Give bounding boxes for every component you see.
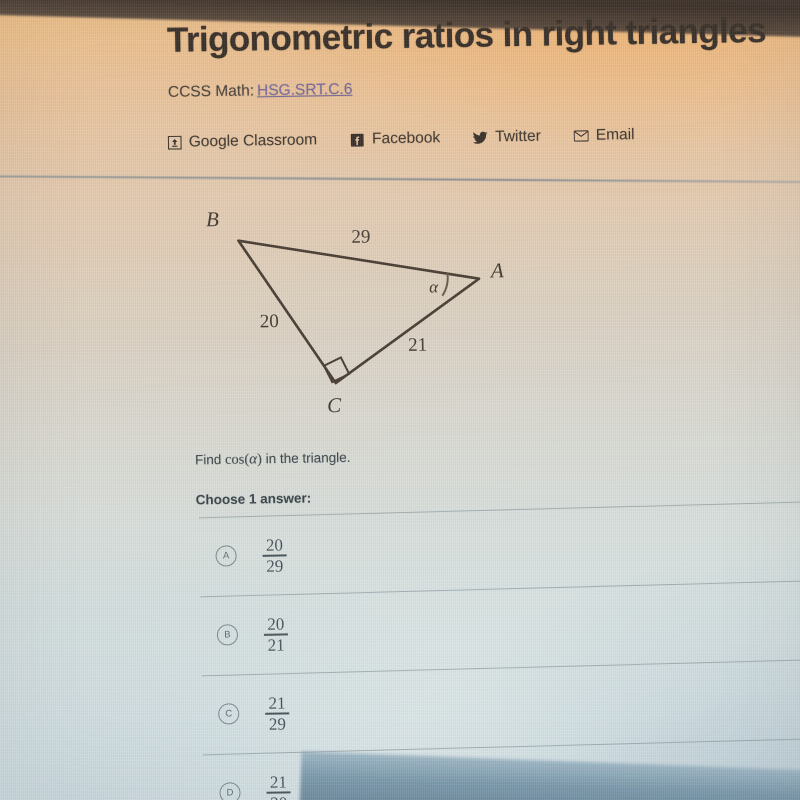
share-twitter[interactable]: Twitter <box>473 128 541 147</box>
page-content: Trigonometric ratios in right triangles … <box>0 0 800 800</box>
choice-content: B 20 21 <box>216 613 289 655</box>
answer-choice-c[interactable]: C 21 29 <box>6 658 800 757</box>
angle-arc-alpha <box>441 273 449 297</box>
share-facebook-label: Facebook <box>371 129 441 148</box>
choice-letter-b[interactable]: B <box>216 624 239 647</box>
ccss-label: CCSS Math: <box>167 82 255 101</box>
email-icon <box>573 128 589 143</box>
question-function: cos <box>224 451 245 468</box>
share-email[interactable]: Email <box>573 126 635 145</box>
choice-value-c: 21 29 <box>265 692 290 734</box>
share-twitter-label: Twitter <box>495 127 541 146</box>
ccss-standard: CCSS Math: HSG.SRT.C.6 <box>168 81 353 102</box>
share-google-classroom-label: Google Classroom <box>188 131 318 151</box>
choice-value-d: 21 20 <box>266 771 291 800</box>
choice-value-b: 20 21 <box>263 613 289 655</box>
screenshot-root: Trigonometric ratios in right triangles … <box>0 0 800 800</box>
fraction-numerator: 20 <box>265 534 284 555</box>
choice-value-a: 20 29 <box>262 534 287 576</box>
vertex-label-b: B <box>205 206 220 232</box>
share-row: Google Classroom Facebook Twitter Email <box>167 126 635 152</box>
choice-content: A 20 29 <box>215 534 287 576</box>
choice-letter-d[interactable]: D <box>219 782 241 800</box>
fraction-denominator: 29 <box>266 556 284 576</box>
choice-letter-a[interactable]: A <box>215 545 237 568</box>
fraction-numerator: 21 <box>268 692 286 713</box>
page-title: Trigonometric ratios in right triangles <box>166 10 767 60</box>
fraction-denominator: 20 <box>268 794 289 800</box>
choice-content: D 21 20 <box>219 771 291 800</box>
question-suffix: in the triangle. <box>261 449 351 467</box>
share-google-classroom[interactable]: Google Classroom <box>167 131 318 151</box>
question-prompt: Find cos(α) in the triangle. <box>195 450 351 470</box>
question-prefix: Find <box>194 451 226 468</box>
fraction-denominator: 21 <box>267 635 285 655</box>
side-label-ca: 21 <box>407 334 428 356</box>
answer-choices: A 20 29 B 20 21 C 21 29 D 21 <box>3 500 800 800</box>
ccss-code-link[interactable]: HSG.SRT.C.6 <box>257 81 353 100</box>
fraction-numerator: 21 <box>269 771 288 792</box>
answer-choice-b[interactable]: B 20 21 <box>4 579 800 678</box>
fraction-denominator: 29 <box>268 714 287 734</box>
vertex-label-a: A <box>490 258 504 283</box>
triangle-figure: B A C 29 20 21 α <box>188 196 532 434</box>
google-classroom-icon <box>167 135 182 150</box>
vertex-label-c: C <box>326 392 342 418</box>
side-label-bc: 20 <box>259 311 279 333</box>
twitter-icon <box>473 130 489 145</box>
angle-label-alpha: α <box>429 277 439 297</box>
choice-letter-c[interactable]: C <box>218 703 240 726</box>
header-divider <box>0 175 800 184</box>
fraction-numerator: 20 <box>267 613 285 634</box>
choose-instruction: Choose 1 answer: <box>195 490 312 508</box>
facebook-icon <box>350 132 365 147</box>
share-email-label: Email <box>595 126 635 144</box>
share-facebook[interactable]: Facebook <box>350 129 440 148</box>
answer-choice-a[interactable]: A 20 29 <box>3 500 800 599</box>
side-label-ba: 29 <box>351 226 371 248</box>
choice-content: C 21 29 <box>218 692 290 734</box>
